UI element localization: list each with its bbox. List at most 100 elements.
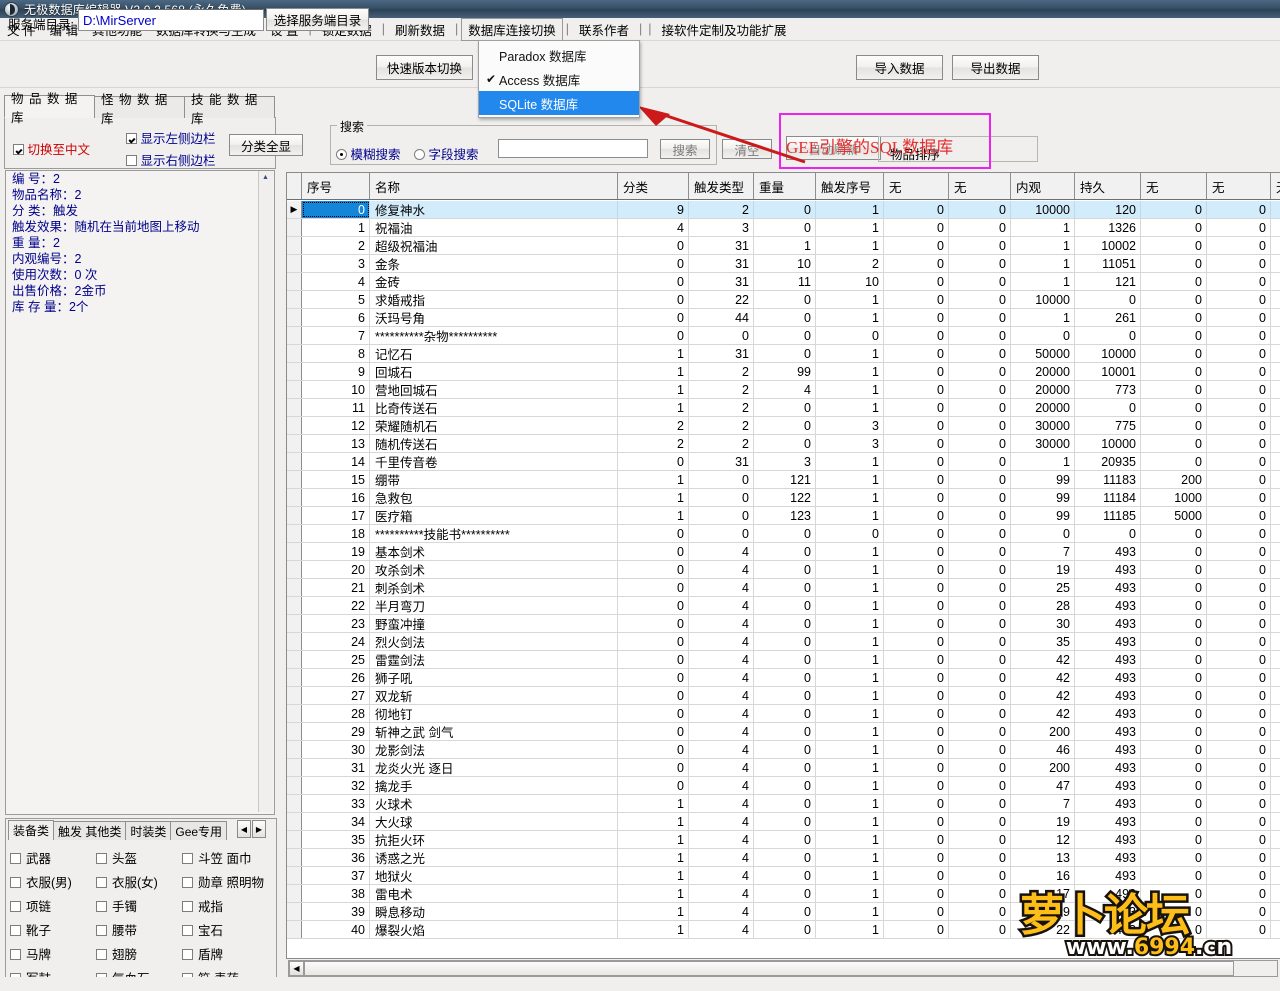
table-row[interactable]: 37地狱火14010016493000	[287, 867, 1280, 885]
row-selector-cell[interactable]	[287, 219, 302, 236]
grid-column-header-1[interactable]: 名称	[370, 173, 618, 199]
row-selector-cell[interactable]	[287, 561, 302, 578]
table-row[interactable]: 25雷霆剑法04010042493000	[287, 651, 1280, 669]
row-selector-cell[interactable]	[287, 633, 302, 650]
search-input[interactable]	[498, 139, 648, 158]
table-row[interactable]: 22半月弯刀04010028493000	[287, 597, 1280, 615]
table-row[interactable]: 20攻杀剑术04010019493000	[287, 561, 1280, 579]
row-selector-cell[interactable]	[287, 759, 302, 776]
row-selector-cell[interactable]	[287, 471, 302, 488]
category-checkbox-3-1[interactable]: 腰带	[96, 920, 182, 939]
grid-column-header-9[interactable]: 持久	[1075, 173, 1141, 199]
grid-column-header-7[interactable]: 无	[949, 173, 1011, 199]
row-selector-cell[interactable]	[287, 237, 302, 254]
grid-column-header-6[interactable]: 无	[884, 173, 949, 199]
category-checkbox-4-0[interactable]: 马牌	[10, 944, 96, 963]
row-selector-cell[interactable]	[287, 867, 302, 884]
menu-item-9[interactable]: 接软件定制及功能扩展	[655, 18, 794, 41]
grid-column-header-4[interactable]: 重量	[754, 173, 816, 199]
table-row[interactable]: 13随机传送石2203003000010000000	[287, 435, 1280, 453]
table-row[interactable]: 33火球术1401007493000	[287, 795, 1280, 813]
row-selector-cell[interactable]	[287, 345, 302, 362]
table-row[interactable]: 24烈火剑法04010035493000	[287, 633, 1280, 651]
category-tab-1[interactable]: 触发 其他类	[53, 821, 127, 840]
grid-body[interactable]: ▶0修复神水920100100001200001祝福油4301001132600…	[287, 201, 1280, 956]
table-row[interactable]: 32擒龙手04010047493000	[287, 777, 1280, 795]
category-checkbox-2-0[interactable]: 项链	[10, 896, 96, 915]
category-tab-spinner[interactable]: ◀ ▶	[236, 820, 266, 838]
table-row[interactable]: 1祝福油43010011326000	[287, 219, 1280, 237]
table-row[interactable]: 21刺杀剑术04010025493000	[287, 579, 1280, 597]
row-selector-cell[interactable]	[287, 309, 302, 326]
table-row[interactable]: 15绷带1012110099111832000200	[287, 471, 1280, 489]
grid-column-header-0[interactable]: 序号	[302, 173, 370, 199]
table-row[interactable]: 23野蛮冲撞04010030493000	[287, 615, 1280, 633]
row-selector-cell[interactable]	[287, 741, 302, 758]
category-checkbox-2-1[interactable]: 手镯	[96, 896, 182, 915]
grid-horizontal-scrollbar[interactable]: ◀	[288, 960, 1278, 977]
db-tab-1[interactable]: 怪 物 数 据 库	[94, 93, 185, 126]
category-checkbox-1-0[interactable]: 衣服(男)	[10, 872, 96, 891]
table-row[interactable]: 19基本剑术0401007493000	[287, 543, 1280, 561]
scroll-left-arrow[interactable]: ◀	[289, 961, 304, 976]
database-connection-dropdown[interactable]: Paradox 数据库 ✔ Access 数据库 SQLite 数据库	[478, 40, 640, 118]
table-row[interactable]: 30龙影剑法04010046493000	[287, 741, 1280, 759]
row-selector-cell[interactable]	[287, 255, 302, 272]
category-filter-tabs[interactable]: 装备类 触发 其他类 时装类 Gee专用	[8, 820, 228, 840]
row-selector-cell[interactable]	[287, 615, 302, 632]
row-selector-cell[interactable]	[287, 597, 302, 614]
switch-to-chinese-checkbox[interactable]: 切换至中文	[13, 139, 90, 158]
field-search-radio[interactable]: 字段搜索	[414, 144, 479, 163]
row-selector-cell[interactable]	[287, 579, 302, 596]
table-row[interactable]: 36诱惑之光14010013493000	[287, 849, 1280, 867]
table-row[interactable]: 40爆裂火焰14010022493000	[287, 921, 1280, 939]
table-row[interactable]: 16急救包101221009911184100001000	[287, 489, 1280, 507]
menu-item-7[interactable]: 数据库连接切换	[461, 17, 563, 41]
row-selector-cell[interactable]	[287, 363, 302, 380]
table-row[interactable]: ▶0修复神水92010010000120000	[287, 201, 1280, 219]
table-row[interactable]: 9回城石12991002000010001000	[287, 363, 1280, 381]
row-selector-cell[interactable]	[287, 795, 302, 812]
table-row[interactable]: 27双龙斩04010042493000	[287, 687, 1280, 705]
table-row[interactable]: 5求婚戒指0220100100000000	[287, 291, 1280, 309]
info-panel-scrollbar[interactable]: ▲	[258, 171, 273, 812]
table-row[interactable]: 14千里传音卷0313100120935000	[287, 453, 1280, 471]
table-row[interactable]: 31龙炎火光 逐日040100200493000	[287, 759, 1280, 777]
row-selector-cell[interactable]	[287, 453, 302, 470]
table-row[interactable]: 8记忆石13101005000010000000	[287, 345, 1280, 363]
tab-prev-button[interactable]: ◀	[237, 820, 251, 838]
row-selector-cell[interactable]	[287, 669, 302, 686]
search-button[interactable]: 搜索	[660, 139, 710, 159]
grid-column-header-8[interactable]: 内观	[1011, 173, 1075, 199]
row-selector-cell[interactable]	[287, 705, 302, 722]
grid-column-header-3[interactable]: 触发类型	[689, 173, 754, 199]
table-row[interactable]: 29斩神之武 剑气040100200493000	[287, 723, 1280, 741]
dropdown-item-1[interactable]: ✔ Access 数据库	[479, 67, 639, 91]
menu-item-6[interactable]: 刷新数据	[388, 18, 452, 41]
table-row[interactable]: 17医疗箱101231009911185500005000	[287, 507, 1280, 525]
grid-column-header-5[interactable]: 触发序号	[816, 173, 884, 199]
row-selector-cell[interactable]	[287, 273, 302, 290]
table-row[interactable]: 34大火球14010019493000	[287, 813, 1280, 831]
row-selector-cell[interactable]	[287, 507, 302, 524]
category-tab-0[interactable]: 装备类	[8, 820, 55, 840]
dropdown-item-2[interactable]: SQLite 数据库	[479, 91, 639, 115]
row-selector-cell[interactable]	[287, 651, 302, 668]
category-checkbox-3-2[interactable]: 宝石	[182, 920, 268, 939]
category-tab-2[interactable]: 时装类	[125, 821, 172, 840]
table-row[interactable]: 2超级祝福油0311100110002000	[287, 237, 1280, 255]
show-left-sidebar-checkbox[interactable]: 显示左侧边栏	[126, 128, 216, 147]
table-row[interactable]: 11比奇传送石120100200000000	[287, 399, 1280, 417]
table-row[interactable]: 4金砖0311110001121000	[287, 273, 1280, 291]
row-selector-cell[interactable]	[287, 543, 302, 560]
dropdown-item-0[interactable]: Paradox 数据库	[479, 43, 639, 67]
table-row[interactable]: 28彻地钉04010042493000	[287, 705, 1280, 723]
row-selector-cell[interactable]	[287, 687, 302, 704]
db-tab-2[interactable]: 技 能 数 据 库	[184, 93, 275, 126]
category-checkbox-1-2[interactable]: 勋章 照明物	[182, 872, 268, 891]
row-selector-cell[interactable]	[287, 327, 302, 344]
table-row[interactable]: 6沃玛号角04401001261000	[287, 309, 1280, 327]
row-selector-cell[interactable]	[287, 381, 302, 398]
table-row[interactable]: 12荣耀随机石22030030000775000	[287, 417, 1280, 435]
clear-search-button[interactable]: 清空	[722, 139, 772, 159]
